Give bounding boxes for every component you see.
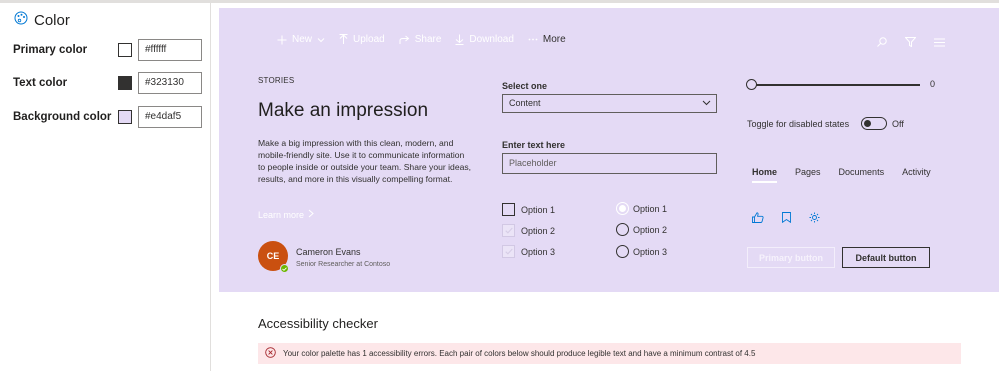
checkbox-option-3[interactable]: Option 3 (502, 245, 555, 258)
primary-color-label: Primary color (13, 44, 88, 56)
avatar-initials: CE (266, 251, 280, 261)
brightness-icon[interactable] (809, 210, 820, 228)
background-color-label: Background color (13, 111, 112, 123)
person-role: Senior Researcher at Contoso (296, 261, 391, 268)
icon-buttons (752, 210, 820, 228)
radio-label: Option 3 (633, 246, 668, 257)
checkbox-label: Option 1 (521, 204, 556, 215)
radio-label: Option 2 (633, 224, 668, 235)
primary-color-swatch[interactable] (118, 43, 132, 57)
checkbox-checked-disabled (502, 224, 515, 237)
text-input-placeholder: Placeholder (509, 158, 557, 168)
share-button[interactable]: Share (399, 34, 442, 45)
slider-thumb[interactable] (746, 79, 757, 90)
accessibility-error-text: Your color palette has 1 accessibility e… (283, 349, 756, 358)
upload-button[interactable]: Upload (339, 34, 385, 45)
filter-icon[interactable] (904, 34, 917, 52)
checkbox-label: Option 3 (521, 246, 556, 257)
learn-more-label: Learn more (258, 209, 305, 220)
new-label: New (292, 34, 313, 45)
accessibility-checker-title: Accessibility checker (258, 316, 378, 331)
text-input[interactable]: Placeholder (502, 153, 717, 174)
checkbox-box (502, 203, 515, 216)
theme-preview: New Upload Share Download More STORIES M… (219, 8, 999, 292)
primary-color-input[interactable]: #ffffff (138, 39, 202, 61)
more-icon (528, 38, 538, 41)
radio-circle (616, 245, 629, 258)
chevron-right-icon (308, 209, 314, 220)
text-color-input[interactable]: #323130 (138, 72, 202, 94)
new-button[interactable]: New (277, 34, 325, 45)
search-icon[interactable] (877, 34, 887, 52)
radio-option-3[interactable]: Option 3 (616, 245, 667, 258)
panel-title: Color (34, 12, 70, 29)
background-color-row: Background color #e4daf5 (13, 106, 202, 128)
checkbox-option-1[interactable]: Option 1 (502, 203, 555, 216)
radio-label: Option 1 (633, 203, 668, 214)
content-dropdown[interactable]: Content (502, 94, 717, 113)
more-label: More (542, 34, 566, 45)
chevron-down-icon (317, 37, 325, 43)
text-color-label: Text color (13, 77, 68, 89)
checkbox-checked-disabled (502, 245, 515, 258)
palette-icon (14, 11, 28, 30)
slider-track[interactable] (750, 84, 920, 86)
checkbox-option-2[interactable]: Option 2 (502, 224, 555, 237)
textfield-label: Enter text here (502, 140, 566, 150)
radio-option-1[interactable]: Option 1 (616, 202, 667, 215)
headline: Make an impression (258, 100, 429, 121)
dropdown-value: Content (509, 98, 541, 108)
error-icon (265, 347, 276, 360)
disabled-states-toggle[interactable] (861, 117, 887, 130)
person-name: Cameron Evans (296, 247, 361, 257)
text-color-swatch[interactable] (118, 76, 132, 90)
presence-available-icon (280, 264, 289, 273)
like-icon[interactable] (752, 210, 764, 228)
toggle-label: Toggle for disabled states (747, 119, 850, 129)
color-panel: Color Primary color #ffffff Text color #… (0, 3, 211, 371)
tab-activity[interactable]: Activity (902, 167, 931, 183)
pivot-tabs: Home Pages Documents Activity (752, 167, 931, 183)
command-bar: New Upload Share Download More (277, 34, 580, 45)
download-icon (455, 34, 464, 45)
download-label: Download (469, 34, 514, 45)
story-description: Make a big impression with this clean, m… (258, 138, 472, 184)
primary-button[interactable]: Primary button (747, 247, 835, 268)
radio-option-2[interactable]: Option 2 (616, 223, 667, 236)
upload-icon (339, 34, 348, 45)
background-color-swatch[interactable] (118, 110, 132, 124)
text-color-row: Text color #323130 (13, 72, 202, 94)
add-icon (277, 35, 287, 45)
more-button[interactable]: More (528, 34, 566, 45)
select-label: Select one (502, 81, 548, 91)
toggle-state: Off (892, 119, 904, 129)
tab-pages[interactable]: Pages (795, 167, 821, 183)
radio-selected (616, 202, 629, 215)
command-bar-right (877, 34, 945, 52)
tab-documents[interactable]: Documents (839, 167, 885, 183)
accessibility-error-bar: Your color palette has 1 accessibility e… (258, 343, 961, 364)
hamburger-menu-icon[interactable] (934, 34, 945, 52)
tab-home[interactable]: Home (752, 167, 778, 183)
background-color-input[interactable]: #e4daf5 (138, 106, 202, 128)
slider-value: 0 (930, 79, 936, 89)
panel-header: Color (14, 11, 70, 30)
download-button[interactable]: Download (455, 34, 514, 45)
bookmark-icon[interactable] (782, 210, 791, 228)
share-icon (399, 35, 410, 45)
checkbox-label: Option 2 (521, 225, 556, 236)
radio-circle (616, 223, 629, 236)
upload-label: Upload (353, 34, 385, 45)
share-label: Share (414, 34, 442, 45)
default-button[interactable]: Default button (842, 247, 930, 268)
stories-kicker: STORIES (258, 76, 295, 85)
primary-color-row: Primary color #ffffff (13, 39, 202, 61)
learn-more-link[interactable]: Learn more (258, 209, 314, 220)
